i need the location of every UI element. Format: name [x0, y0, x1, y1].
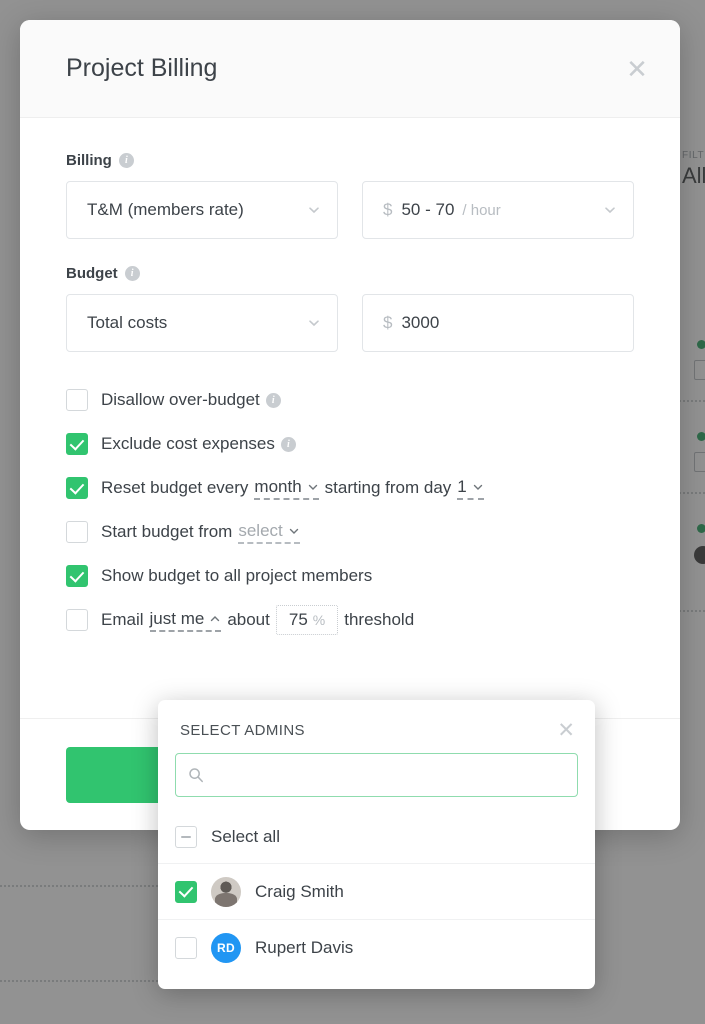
option-text: Disallow over-budget [101, 390, 260, 409]
option-label: Exclude cost expenses i [101, 434, 296, 454]
option-exclude-cost-expenses[interactable]: Exclude cost expenses i [66, 422, 634, 466]
checkbox-disallow-over-budget[interactable] [66, 389, 88, 411]
chevron-down-icon [472, 481, 484, 493]
list-item[interactable]: Craig Smith [158, 863, 595, 919]
budget-amount-value: 3000 [401, 313, 440, 332]
checkbox-show-budget-members[interactable] [66, 565, 88, 587]
option-text-after: threshold [344, 610, 415, 629]
admins-search-box[interactable] [175, 753, 578, 797]
search-input[interactable] [212, 766, 565, 784]
info-icon[interactable]: i [124, 266, 140, 281]
billing-rate-unit: / hour [462, 201, 501, 219]
admins-search-wrap [158, 747, 595, 811]
option-reset-budget[interactable]: Reset budget every month starting from d… [66, 466, 634, 510]
budget-options-list: Disallow over-budget i Exclude cost expe… [66, 378, 634, 642]
option-text-before: Reset budget every [101, 478, 249, 497]
billing-label: Billing i [66, 152, 634, 169]
option-label: Disallow over-budget i [101, 390, 281, 410]
start-budget-date-value: select [238, 520, 283, 540]
select-all-row[interactable]: Select all [158, 811, 595, 863]
reset-day-value: 1 [457, 476, 467, 496]
email-recipient-value: just me [149, 608, 205, 628]
reset-period-select[interactable]: month [254, 476, 319, 500]
billing-row: T&M (members rate) $ 50 - 70 / hour [66, 181, 634, 239]
modal-header: Project Billing ✕ [20, 20, 680, 118]
option-disallow-over-budget[interactable]: Disallow over-budget i [66, 378, 634, 422]
avatar: RD [211, 932, 241, 963]
option-label: Start budget from select [101, 521, 300, 544]
checkbox-admin-rupert-davis[interactable] [175, 936, 197, 959]
admins-header: SELECT ADMINS ✕ [158, 700, 595, 747]
reset-period-value: month [254, 476, 302, 496]
option-label: Email just me about 75 % threshold [101, 605, 414, 635]
threshold-value: 75 [288, 610, 308, 629]
threshold-input[interactable]: 75 % [275, 605, 339, 635]
chevron-up-icon [209, 613, 221, 625]
checkbox-admin-craig-smith[interactable] [175, 880, 197, 903]
option-text-middle: about [227, 610, 270, 629]
option-start-budget-from[interactable]: Start budget from select [66, 510, 634, 554]
chevron-down-icon [307, 203, 321, 217]
admin-name: Craig Smith [255, 881, 344, 901]
option-label: Reset budget every month starting from d… [101, 477, 484, 500]
threshold-percent-symbol: % [312, 612, 326, 628]
info-icon[interactable]: i [118, 153, 134, 168]
chevron-down-icon [307, 481, 319, 493]
chevron-down-icon [307, 316, 321, 330]
info-icon[interactable]: i [280, 436, 296, 452]
start-budget-date-select[interactable]: select [238, 520, 300, 544]
search-icon [188, 767, 204, 783]
avatar [211, 876, 241, 907]
reset-day-select[interactable]: 1 [457, 476, 484, 500]
budget-amount-currency: $ [383, 313, 393, 332]
select-all-label: Select all [211, 827, 280, 846]
option-text-before: Email [101, 610, 144, 629]
billing-rate-field[interactable]: $ 50 - 70 / hour [362, 181, 634, 239]
checkbox-exclude-cost-expenses[interactable] [66, 433, 88, 455]
admins-title: SELECT ADMINS [180, 722, 305, 739]
page-title: Project Billing [66, 54, 218, 82]
option-text-middle: starting from day [324, 478, 452, 497]
option-label: Show budget to all project members [101, 566, 372, 586]
checkbox-start-budget-from[interactable] [66, 521, 88, 543]
budget-label-text: Budget [66, 265, 118, 282]
budget-amount-field[interactable]: $ 3000 [362, 294, 634, 352]
list-item[interactable]: RD Rupert Davis [158, 919, 595, 975]
budget-row: Total costs $ 3000 [66, 294, 634, 352]
chevron-down-icon [603, 203, 617, 217]
chevron-down-icon [288, 525, 300, 537]
select-admins-dropdown: SELECT ADMINS ✕ Select all Craig Smith R… [158, 700, 595, 989]
budget-type-select[interactable]: Total costs [66, 294, 338, 352]
option-text: Exclude cost expenses [101, 434, 275, 453]
billing-rate-currency: $ [383, 200, 393, 219]
admin-name: Rupert Davis [255, 937, 354, 957]
close-icon[interactable]: ✕ [622, 54, 652, 84]
option-show-budget-members[interactable]: Show budget to all project members [66, 554, 634, 598]
option-text: Show budget to all project members [101, 566, 373, 585]
billing-rate-value: 50 - 70 [401, 200, 455, 219]
billing-type-select[interactable]: T&M (members rate) [66, 181, 338, 239]
checkbox-select-all[interactable] [175, 826, 197, 848]
budget-type-value: Total costs [87, 313, 168, 332]
option-text-before: Start budget from [101, 522, 233, 541]
email-recipient-select[interactable]: just me [149, 608, 222, 632]
billing-label-text: Billing [66, 152, 112, 169]
budget-label: Budget i [66, 265, 634, 282]
checkbox-email-threshold[interactable] [66, 609, 88, 631]
info-icon[interactable]: i [265, 392, 281, 408]
modal-body: Billing i T&M (members rate) $ 50 - 70 /… [20, 118, 680, 642]
checkbox-reset-budget[interactable] [66, 477, 88, 499]
billing-type-value: T&M (members rate) [87, 200, 244, 219]
close-icon[interactable]: ✕ [557, 720, 575, 741]
option-email-threshold[interactable]: Email just me about 75 % threshold [66, 598, 634, 642]
